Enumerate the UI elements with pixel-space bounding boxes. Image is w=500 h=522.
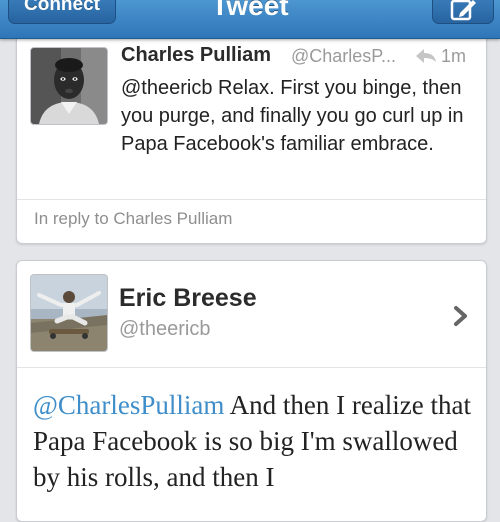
main-tweet-text: @CharlesPulliam And then I realize that … <box>33 387 473 495</box>
compose-icon <box>450 0 476 21</box>
main-tweet-card: Eric Breese @theericb @CharlesPulliam An… <box>16 260 487 522</box>
reply-arrow-icon <box>416 49 436 63</box>
avatar[interactable] <box>31 48 107 124</box>
reply-author-name: Charles Pulliam <box>121 44 272 66</box>
main-author-handle[interactable]: @theericb <box>119 318 210 341</box>
reply-author-handle: @CharlesP... <box>291 46 396 66</box>
reply-tweet-text: @theericb Relax. First you binge, then y… <box>121 77 464 155</box>
avatar[interactable] <box>31 275 107 351</box>
reply-tweet-card[interactable]: Charles Pulliam @CharlesP... 1m @theeric… <box>16 33 487 244</box>
chevron-right-icon[interactable] <box>453 305 469 327</box>
nav-title: Tweet <box>211 0 289 21</box>
divider <box>17 367 486 368</box>
divider <box>17 199 486 200</box>
reply-timestamp: 1m <box>441 46 467 66</box>
mention-link[interactable]: @CharlesPulliam <box>33 390 224 420</box>
compose-button[interactable] <box>432 0 494 24</box>
main-author-name[interactable]: Eric Breese <box>119 284 257 313</box>
navigation-bar: Connect Tweet <box>0 0 500 39</box>
in-reply-to-label[interactable]: In reply to Charles Pulliam <box>34 209 232 229</box>
